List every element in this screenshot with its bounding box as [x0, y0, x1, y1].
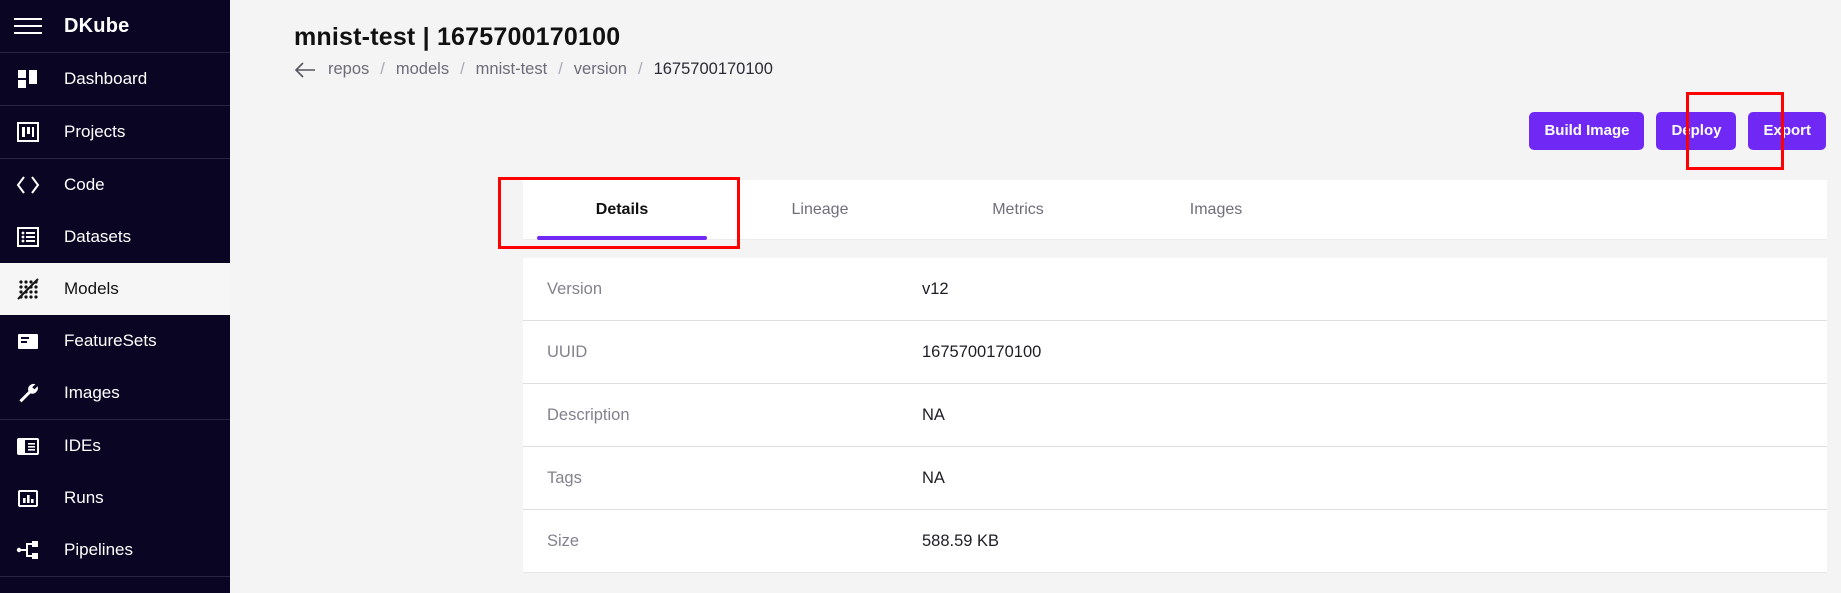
sidebar-item-ides[interactable]: IDEs — [0, 420, 230, 472]
details-table: Version v12 UUID 1675700170100 Description NA… — [523, 258, 1827, 573]
sidebar-item-runs[interactable]: Runs — [0, 472, 230, 524]
breadcrumb-separator: / — [558, 60, 563, 78]
build-image-button[interactable]: Build Image — [1529, 112, 1645, 150]
card-footer-spacer — [523, 573, 1827, 593]
sidebar-item-label: IDEs — [64, 436, 101, 455]
detail-key: Size — [547, 531, 580, 550]
sidebar-item-dashboard[interactable]: Dashboard — [0, 53, 230, 105]
detail-value: NA — [922, 468, 945, 487]
breadcrumb-separator: / — [460, 60, 465, 78]
sidebar-item-label: Pipelines — [64, 540, 133, 559]
table-row: Size 588.59 KB — [523, 510, 1827, 573]
tab-label: Lineage — [791, 201, 849, 218]
sidebar-group: Deployments — [0, 577, 230, 593]
breadcrumb-separator: / — [380, 60, 385, 78]
deployments-monitor-icon — [14, 589, 42, 593]
sidebar-nav: Dashboard Projects Code Datasets Models Featu… — [0, 53, 230, 593]
detail-key: Description — [547, 405, 630, 424]
detail-value: 1675700170100 — [922, 342, 1042, 361]
sidebar-item-label: Projects — [64, 122, 126, 141]
export-button[interactable]: Export — [1748, 112, 1826, 150]
dashboard-grid-icon — [14, 65, 42, 93]
sidebar-item-label: Code — [64, 175, 105, 194]
main-content: mnist-test | 1675700170100 repos / models /… — [230, 0, 1841, 593]
pipelines-node-icon — [14, 536, 42, 564]
tab-label: Details — [595, 201, 649, 218]
sidebar-item-pipelines[interactable]: Pipelines — [0, 524, 230, 576]
detail-value: v12 — [922, 279, 949, 298]
sidebar-item-label: Dashboard — [64, 69, 148, 88]
breadcrumb-item-2[interactable]: mnist-test — [476, 60, 548, 79]
action-buttons: Build Image Deploy Export — [1529, 112, 1826, 150]
models-scatter-icon — [14, 275, 42, 303]
ides-window-icon — [14, 432, 42, 460]
sidebar-item-images[interactable]: Images — [0, 367, 230, 419]
detail-key: Tags — [547, 468, 582, 487]
breadcrumb: repos / models / mnist-test / version / 16757001… — [294, 60, 773, 79]
table-row: Description NA — [523, 384, 1827, 447]
code-brackets-icon — [14, 171, 42, 199]
back-arrow-icon[interactable] — [294, 61, 316, 79]
sidebar-item-datasets[interactable]: Datasets — [0, 211, 230, 263]
tab-bar: Details Lineage Metrics Images — [523, 180, 1827, 240]
sidebar-item-label: FeatureSets — [64, 331, 157, 350]
tab-label: Metrics — [992, 201, 1044, 218]
brand-name: DKube — [64, 14, 130, 37]
deploy-button[interactable]: Deploy — [1656, 112, 1737, 150]
sidebar-item-label: Datasets — [64, 227, 132, 246]
sidebar-group: Dashboard — [0, 53, 230, 106]
breadcrumb-separator: / — [637, 60, 643, 78]
sidebar-item-deployments[interactable]: Deployments — [0, 577, 230, 593]
table-row: Tags NA — [523, 447, 1827, 510]
images-wrench-icon — [14, 379, 42, 407]
breadcrumb-item-1[interactable]: models — [396, 60, 449, 79]
tab-label: Images — [1189, 201, 1243, 218]
sidebar-group: IDEs Runs Pipelines — [0, 420, 230, 577]
sidebar-group: Projects — [0, 106, 230, 159]
tab-content-gap — [523, 240, 1827, 258]
tab-details[interactable]: Details — [523, 180, 721, 240]
breadcrumb-item-0[interactable]: repos — [328, 60, 369, 79]
projects-board-icon — [14, 118, 42, 146]
app-root: DKube Dashboard Projects Code Datasets Model… — [0, 0, 1841, 593]
datasets-list-icon — [14, 223, 42, 251]
detail-key: Version — [547, 279, 603, 298]
table-row: UUID 1675700170100 — [523, 321, 1827, 384]
tab-lineage[interactable]: Lineage — [721, 180, 919, 240]
sidebar-item-featuresets[interactable]: FeatureSets — [0, 315, 230, 367]
breadcrumb-item-4: 1675700170100 — [653, 60, 773, 78]
detail-key: UUID — [547, 342, 588, 361]
runs-bar-chart-icon — [14, 484, 42, 512]
page-title: mnist-test | 1675700170100 — [294, 23, 621, 51]
details-card: Details Lineage Metrics Images Version v12 UU… — [523, 180, 1827, 593]
sidebar-item-label: Images — [64, 383, 120, 402]
breadcrumb-item-3[interactable]: version — [574, 60, 627, 79]
sidebar-item-code[interactable]: Code — [0, 159, 230, 211]
table-row: Version v12 — [523, 258, 1827, 321]
sidebar-group: Code Datasets Models FeatureSets Images — [0, 159, 230, 420]
sidebar-brand: DKube — [0, 0, 230, 53]
detail-value: NA — [922, 405, 945, 424]
tab-metrics[interactable]: Metrics — [919, 180, 1117, 240]
sidebar-item-projects[interactable]: Projects — [0, 106, 230, 158]
featuresets-card-icon — [14, 327, 42, 355]
sidebar-item-label: Models — [64, 279, 119, 298]
detail-value: 588.59 KB — [922, 531, 1000, 550]
tab-images[interactable]: Images — [1117, 180, 1315, 240]
hamburger-icon[interactable] — [14, 15, 42, 37]
sidebar: DKube Dashboard Projects Code Datasets Model… — [0, 0, 230, 593]
sidebar-item-label: Runs — [64, 488, 104, 507]
sidebar-item-models[interactable]: Models — [0, 263, 230, 315]
